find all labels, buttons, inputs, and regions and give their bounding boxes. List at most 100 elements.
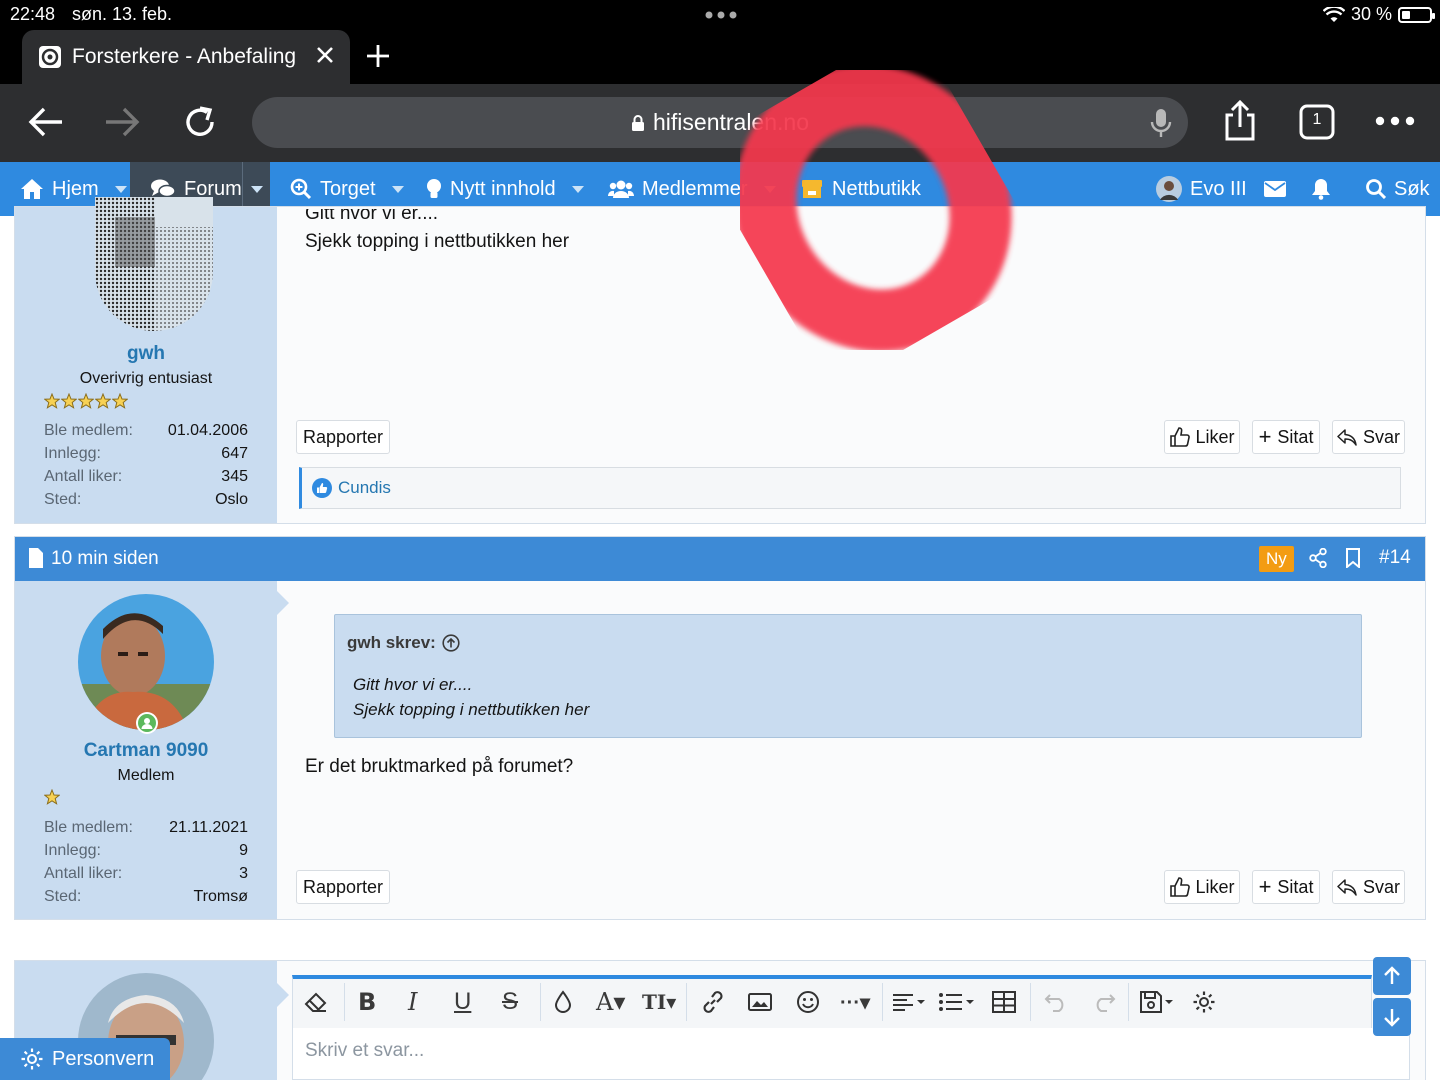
status-time: 22:48 (10, 4, 56, 24)
users-icon (608, 179, 634, 199)
reply-textarea[interactable]: Skriv et svar... (292, 1028, 1410, 1080)
more-options-icon[interactable]: ···▾ (840, 985, 870, 1019)
stat-label: Sted: (44, 491, 82, 508)
arrow-up-circle-icon[interactable] (442, 634, 460, 652)
gear-icon (20, 1047, 44, 1071)
stat-value: 9 (239, 842, 248, 859)
stat-value: 3 (239, 865, 248, 882)
reply-button[interactable]: Svar (1332, 420, 1405, 454)
user-stat-row: Ble medlem: 21.11.2021 (44, 819, 248, 837)
italic-icon[interactable]: I (408, 985, 417, 1019)
like-button[interactable]: Liker (1164, 870, 1240, 904)
stat-label: Innlegg: (44, 842, 101, 859)
post-header: 10 min siden Ny #14 (15, 537, 1425, 581)
toolbar-separator (344, 983, 345, 1021)
text-color-icon[interactable] (554, 985, 572, 1019)
star-icon (44, 393, 60, 409)
list-icon[interactable] (938, 985, 976, 1019)
settings-gear-icon[interactable] (1192, 985, 1216, 1019)
eraser-icon[interactable] (304, 985, 328, 1019)
sidebar-arrow (277, 591, 289, 615)
stat-value: 345 (221, 468, 248, 485)
chevron-down-icon[interactable] (763, 185, 776, 193)
toolbar-separator (1030, 983, 1031, 1021)
sidebar-arrow (277, 983, 289, 1007)
microphone-icon[interactable] (1150, 107, 1172, 139)
redo-icon[interactable] (1092, 985, 1116, 1019)
share-icon[interactable] (1309, 548, 1327, 568)
undo-icon[interactable] (1044, 985, 1068, 1019)
strikethrough-icon[interactable]: S (502, 985, 518, 1019)
store-icon (800, 179, 824, 199)
post-time[interactable]: 10 min siden (51, 548, 159, 570)
stat-value: Tromsø (193, 888, 248, 905)
rating-stars (44, 393, 128, 409)
status-indicators: 30 % (1322, 4, 1435, 25)
star-icon (61, 393, 77, 409)
chevron-down-icon[interactable] (571, 185, 584, 193)
align-icon[interactable] (892, 985, 928, 1019)
quote-button[interactable]: + Sitat (1252, 870, 1320, 904)
star-icon (78, 393, 94, 409)
tabs-overview-button[interactable]: 1 (1298, 104, 1336, 140)
bold-icon[interactable]: B (358, 985, 376, 1019)
quote-button[interactable]: + Sitat (1252, 420, 1320, 454)
scroll-top-button[interactable] (1373, 957, 1411, 995)
rating-stars (44, 789, 60, 805)
user-stat-row: Antall liker: 345 (44, 468, 248, 486)
status-date: søn. 13. feb. (72, 4, 173, 24)
search-icon (1366, 179, 1386, 199)
table-icon[interactable] (992, 985, 1016, 1019)
post-text: Sjekk topping i nettbutikken her (305, 231, 570, 252)
scroll-bottom-button[interactable] (1373, 998, 1411, 1036)
chevron-down-icon[interactable] (391, 185, 404, 193)
address-bar[interactable]: hifisentralen.no (252, 97, 1188, 148)
username[interactable]: Cartman 9090 (15, 740, 277, 762)
chevron-down-icon[interactable] (114, 185, 127, 193)
forward-arrow-icon[interactable] (102, 104, 142, 140)
stat-value: 647 (221, 445, 248, 462)
save-draft-icon[interactable] (1140, 985, 1176, 1019)
font-family-icon[interactable]: A▾ (596, 985, 625, 1019)
close-tab-icon[interactable] (314, 44, 336, 66)
back-arrow-icon[interactable] (26, 104, 66, 140)
image-icon[interactable] (748, 985, 772, 1019)
avatar[interactable] (78, 594, 214, 730)
username[interactable]: gwh (15, 343, 277, 365)
report-button[interactable]: Rapporter (296, 870, 390, 904)
reload-icon[interactable] (180, 102, 220, 142)
like-button[interactable]: Liker (1164, 420, 1240, 454)
stat-label: Antall liker: (44, 468, 123, 485)
nav-shop-label: Nettbutikk (832, 177, 921, 200)
smiley-icon[interactable] (796, 985, 820, 1019)
multitasking-dots-icon[interactable] (704, 10, 738, 20)
toolbar-separator (540, 983, 541, 1021)
user-avatar-small (1156, 176, 1182, 202)
battery-text: 30 % (1350, 4, 1392, 24)
avatar[interactable] (95, 197, 213, 331)
thumbs-up-icon (1169, 877, 1190, 897)
bookmark-icon[interactable] (1345, 548, 1361, 568)
star-icon (95, 393, 111, 409)
privacy-button[interactable]: Personvern (0, 1038, 170, 1080)
arrow-up-icon (1384, 966, 1400, 984)
new-tab-icon[interactable] (364, 42, 392, 70)
post-number[interactable]: #14 (1379, 547, 1411, 569)
thumbs-up-icon (1169, 427, 1190, 447)
stat-value: 01.04.2006 (167, 422, 248, 439)
underline-icon[interactable]: U (454, 985, 471, 1019)
link-icon[interactable] (700, 985, 726, 1019)
report-button[interactable]: Rapporter (296, 420, 390, 454)
quote-author[interactable]: gwh skrev: (347, 633, 460, 653)
stat-value: Oslo (215, 491, 248, 508)
reply-arrow-icon (1337, 428, 1357, 446)
liked-by-user[interactable]: Cundis (338, 478, 391, 498)
tab-count: 1 (1312, 111, 1322, 128)
reply-button[interactable]: Svar (1332, 870, 1405, 904)
browser-tab[interactable]: Forsterkere - Anbefaling (22, 30, 350, 84)
more-options-icon[interactable] (1374, 114, 1416, 128)
share-icon[interactable] (1222, 100, 1258, 142)
font-size-icon[interactable]: TI▾ (642, 985, 676, 1019)
quote-line: Sjekk topping i nettbutikken her (353, 700, 590, 719)
user-stat-row: Sted: Oslo (44, 491, 248, 509)
